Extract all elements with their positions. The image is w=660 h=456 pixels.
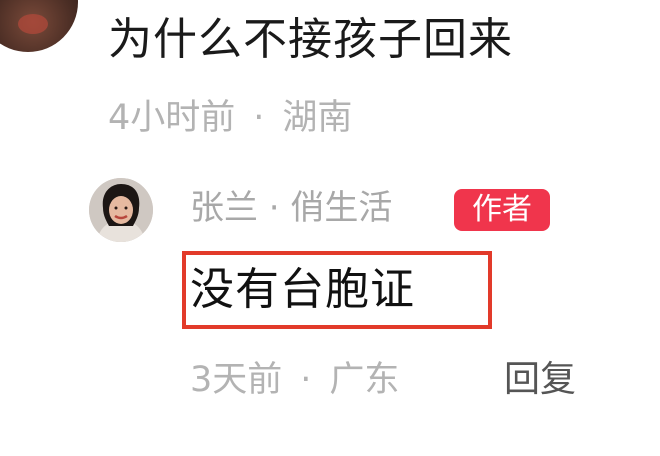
meta-separator: · — [253, 98, 265, 138]
parent-comment-text: 为什么不接孩子回来 — [108, 14, 513, 65]
parent-comment-location: 湖南 — [282, 98, 353, 138]
parent-comment-meta: 4小时前 · 湖南 — [108, 96, 352, 140]
reply-button[interactable]: 回复 — [504, 358, 576, 402]
reply-comment-location: 广东 — [329, 360, 400, 400]
parent-commenter-avatar[interactable] — [0, 0, 78, 52]
meta-separator: · — [300, 360, 312, 400]
author-avatar-icon — [89, 178, 153, 242]
reply-comment-meta: 3天前 · 广东 — [190, 358, 399, 402]
author-avatar[interactable] — [89, 178, 153, 242]
author-badge: 作者 — [454, 189, 550, 231]
reply-comment-text: 没有台胞证 — [190, 264, 415, 315]
comment-thread: 为什么不接孩子回来 4小时前 · 湖南 张兰 · 俏生活 作者 没有台胞证 3天前 ·… — [0, 0, 660, 456]
reply-comment-time: 3天前 — [190, 360, 283, 400]
parent-comment-time: 4小时前 — [108, 98, 236, 138]
author-name[interactable]: 张兰 · 俏生活 — [190, 186, 392, 230]
